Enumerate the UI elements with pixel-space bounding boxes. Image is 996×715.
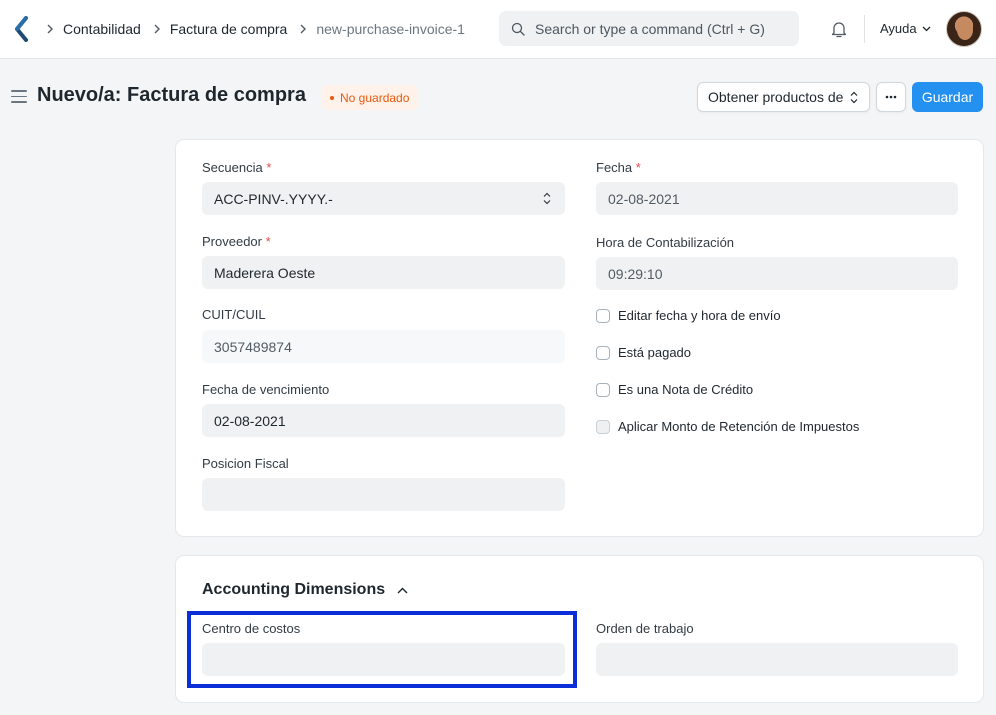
posting-time-label: Hora de Contabilización — [596, 235, 735, 250]
save-button[interactable]: Guardar — [912, 82, 983, 112]
naming-series-label: Secuencia * — [202, 160, 272, 175]
chevron-down-icon — [922, 26, 931, 31]
apply-tds-checkbox: Aplicar Monto de Retención de Impuestos — [596, 419, 859, 434]
is-paid-checkbox[interactable]: Está pagado — [596, 345, 691, 360]
posting-date-label: Fecha * — [596, 160, 641, 175]
checkbox-box[interactable] — [596, 308, 610, 323]
is-paid-label: Está pagado — [618, 345, 692, 360]
tax-category-label: Posicion Fiscal — [202, 456, 289, 471]
checkbox-box[interactable] — [596, 382, 610, 397]
bell-icon[interactable] — [829, 19, 849, 39]
is-return-label: Es una Nota de Crédito — [618, 382, 754, 397]
search-input[interactable]: Search or type a command (Ctrl + G) — [499, 11, 799, 46]
navbar: Contabilidad Factura de compra new-purch… — [0, 0, 996, 59]
posting-time-value: 09:29:10 — [608, 265, 663, 282]
edit-posting-label: Editar fecha y hora de envío — [618, 308, 781, 323]
chevron-right-icon — [299, 24, 307, 34]
chevron-right-icon — [46, 24, 54, 34]
breadcrumb-current-doc[interactable]: new-purchase-invoice-1 — [316, 21, 465, 37]
is-return-checkbox[interactable]: Es una Nota de Crédito — [596, 382, 753, 397]
work-order-label: Orden de trabajo — [596, 621, 694, 636]
due-date-label: Fecha de vencimiento — [202, 382, 330, 397]
search-placeholder: Search or type a command (Ctrl + G) — [535, 20, 765, 37]
cost-center-label: Centro de costos — [202, 621, 301, 636]
get-items-from-button[interactable]: Obtener productos de — [697, 82, 870, 112]
edit-posting-checkbox[interactable]: Editar fecha y hora de envío — [596, 308, 781, 323]
due-date-value: 02-08-2021 — [214, 412, 286, 429]
checkbox-box[interactable] — [596, 345, 610, 360]
tax-category-field[interactable] — [202, 478, 565, 511]
select-arrows-icon — [543, 192, 551, 205]
posting-date-value: 02-08-2021 — [608, 190, 680, 207]
checkbox-box — [596, 419, 610, 434]
tax-id-field: 3057489874 — [202, 330, 565, 363]
sidebar-toggle-icon[interactable] — [11, 90, 27, 107]
help-label: Ayuda — [880, 21, 917, 36]
help-dropdown[interactable]: Ayuda — [880, 21, 931, 36]
naming-series-value: ACC-PINV-.YYYY.- — [214, 190, 333, 207]
form-card: Secuencia * ACC-PINV-.YYYY.- Proveedor *… — [175, 139, 984, 537]
cost-center-field[interactable] — [202, 643, 565, 676]
chevron-right-icon — [153, 24, 161, 34]
tax-id-label: CUIT/CUIL — [202, 307, 266, 322]
section-header[interactable]: Accounting Dimensions — [202, 581, 408, 599]
accounting-dimensions-card: Accounting Dimensions Centro de costos O… — [175, 555, 984, 703]
section-title: Accounting Dimensions — [202, 581, 386, 598]
breadcrumb-purchase-invoice[interactable]: Factura de compra — [170, 21, 288, 37]
work-order-field[interactable] — [596, 643, 958, 676]
app-logo-icon[interactable] — [12, 16, 32, 42]
status-badge: No guardado — [321, 85, 419, 110]
due-date-field[interactable]: 02-08-2021 — [202, 404, 565, 437]
navbar-divider — [864, 15, 865, 43]
status-badge-label: No guardado — [340, 90, 410, 105]
posting-date-field[interactable]: 02-08-2021 — [596, 182, 958, 215]
search-icon — [511, 22, 525, 36]
naming-series-select[interactable]: ACC-PINV-.YYYY.- — [202, 182, 565, 215]
supplier-value: Maderera Oeste — [214, 264, 316, 281]
posting-time-field[interactable]: 09:29:10 — [596, 257, 958, 290]
ellipsis-icon — [885, 95, 897, 99]
select-arrows-icon — [850, 91, 858, 104]
page-title: Nuevo/a: Factura de compra — [37, 84, 306, 106]
supplier-label: Proveedor * — [202, 234, 271, 249]
chevron-up-icon[interactable] — [397, 587, 408, 594]
get-items-label: Obtener productos de — [708, 89, 844, 105]
more-actions-button[interactable] — [876, 82, 906, 112]
avatar[interactable] — [946, 11, 982, 47]
breadcrumb: Contabilidad Factura de compra new-purch… — [46, 0, 477, 58]
apply-tds-label: Aplicar Monto de Retención de Impuestos — [618, 419, 860, 434]
breadcrumb-accounting[interactable]: Contabilidad — [63, 21, 141, 37]
tax-id-value: 3057489874 — [214, 338, 292, 355]
supplier-field[interactable]: Maderera Oeste — [202, 256, 565, 289]
